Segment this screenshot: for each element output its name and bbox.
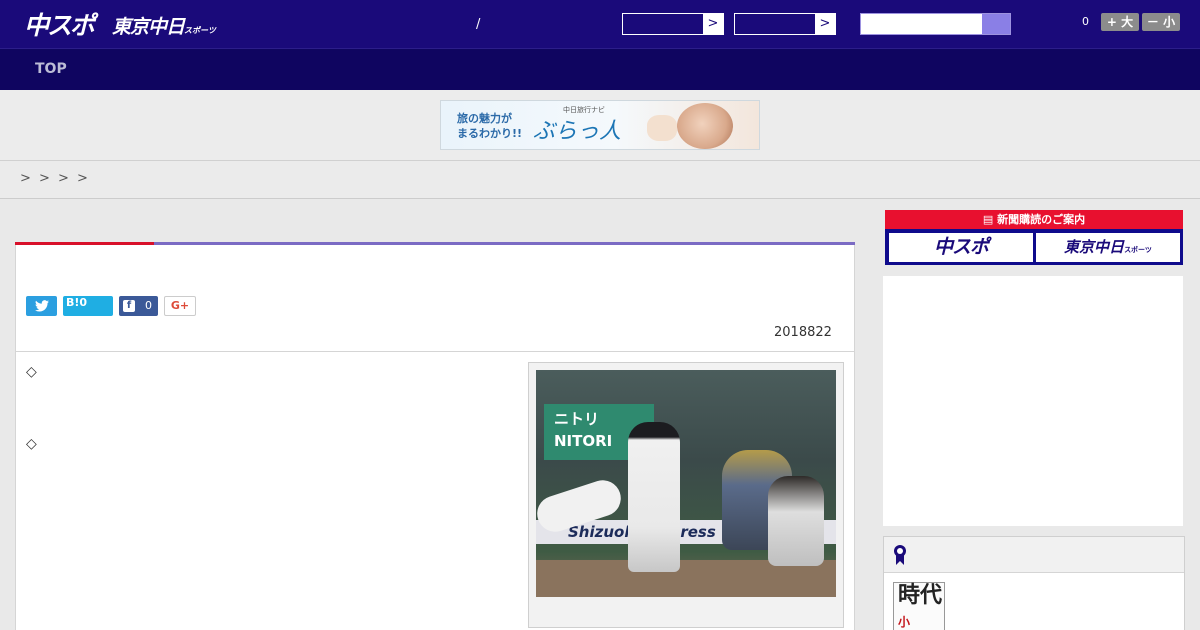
newspaper-icon: ▤ <box>982 213 998 226</box>
logo-chuspo[interactable]: 中スポ <box>24 6 95 42</box>
article-bullet: ◇ <box>26 364 37 380</box>
twitter-share-button[interactable] <box>26 296 57 316</box>
logo-tokyo-chunichi[interactable]: 東京中日スポーツ <box>112 12 216 39</box>
logo-tokyo-suffix: スポーツ <box>184 26 216 35</box>
facebook-share-button[interactable]: f 0 <box>119 296 158 316</box>
book-thumbnail[interactable]: 時代小 <box>893 582 945 630</box>
article-accent-bar-purple <box>154 242 855 245</box>
article-accent-bar-red <box>15 242 154 245</box>
font-larger-button[interactable]: + 大 <box>1101 13 1139 31</box>
breadcrumb-separator: > <box>20 171 31 186</box>
font-smaller-button[interactable]: － 小 <box>1142 13 1180 31</box>
category-select-1[interactable]: > <box>622 13 724 35</box>
facebook-icon: f <box>123 300 135 312</box>
banner-line-2: まるわかり!! <box>457 127 523 140</box>
site-header: 中スポ 東京中日スポーツ / > > 0 + 大 － 小 <box>0 0 1200 48</box>
ranking-box: 時代小 <box>883 536 1185 630</box>
twitter-icon <box>34 300 49 312</box>
nav-item-top[interactable]: TOP <box>35 61 67 77</box>
subscribe-tokyo-text: 東京中日 <box>1064 238 1125 256</box>
article-divider <box>15 351 855 352</box>
search-button[interactable] <box>982 14 1010 34</box>
subscription-header[interactable]: ▤ 新聞購読のご案内 <box>885 210 1183 229</box>
award-ribbon-icon <box>894 545 906 565</box>
article-photo[interactable]: ニトリ NITORI Shizuoka Express <box>536 370 836 597</box>
breadcrumb-separator: > <box>58 171 69 186</box>
banner-text: 旅の魅力がまるわかり!! <box>457 111 522 141</box>
hatena-bookmark-button[interactable]: B!0 <box>63 296 113 316</box>
search-input[interactable] <box>860 13 1011 35</box>
photo-sign-line-1: ニトリ <box>554 410 600 428</box>
subscribe-tokyo-suffix: スポーツ <box>1124 246 1152 254</box>
ad-banner[interactable]: 旅の魅力が まるわかり!! 中日旅行ナビ ぶらっ人 <box>440 100 760 150</box>
chevron-right-icon[interactable]: > <box>703 14 723 34</box>
breadcrumb-separator: > <box>39 171 50 186</box>
main-nav: TOP <box>0 48 1200 90</box>
category-select-2[interactable]: > <box>734 13 836 35</box>
photo-umpire <box>768 476 824 566</box>
photo-batter <box>628 422 680 572</box>
google-plus-share-button[interactable]: G+ <box>164 296 196 316</box>
banner-line-1: 旅の魅力が <box>457 112 512 125</box>
book-title: 時代 <box>898 582 943 608</box>
font-size-value: 0 <box>1082 15 1089 28</box>
subscribe-chuspo-button[interactable]: 中スポ <box>889 233 1033 262</box>
facebook-count: 0 <box>145 299 152 312</box>
banner-model-image <box>677 103 733 149</box>
breadcrumb: > > > > <box>0 161 1200 199</box>
banner-logo: ぶらっ人 <box>533 119 622 144</box>
sidebar-ad[interactable] <box>883 276 1183 526</box>
article-date: 2018822 <box>774 325 832 340</box>
header-slash: / <box>476 17 481 32</box>
book-mark: 小 <box>898 615 911 629</box>
logo-tokyo-text: 東京中日 <box>112 16 185 38</box>
banner-shell-image <box>647 115 677 141</box>
breadcrumb-separator: > <box>77 171 88 186</box>
chevron-right-icon[interactable]: > <box>815 14 835 34</box>
subscription-header-text: 新聞購読のご案内 <box>997 213 1086 226</box>
banner-band: 旅の魅力が まるわかり!! 中日旅行ナビ ぶらっ人 <box>0 90 1200 161</box>
ranking-header <box>884 537 1184 573</box>
article-bullet: ◇ <box>26 436 37 452</box>
subscription-box: ▤ 新聞購読のご案内 中スポ 東京中日スポーツ <box>885 210 1183 265</box>
subscribe-tokyo-chunichi-button[interactable]: 東京中日スポーツ <box>1036 233 1180 262</box>
